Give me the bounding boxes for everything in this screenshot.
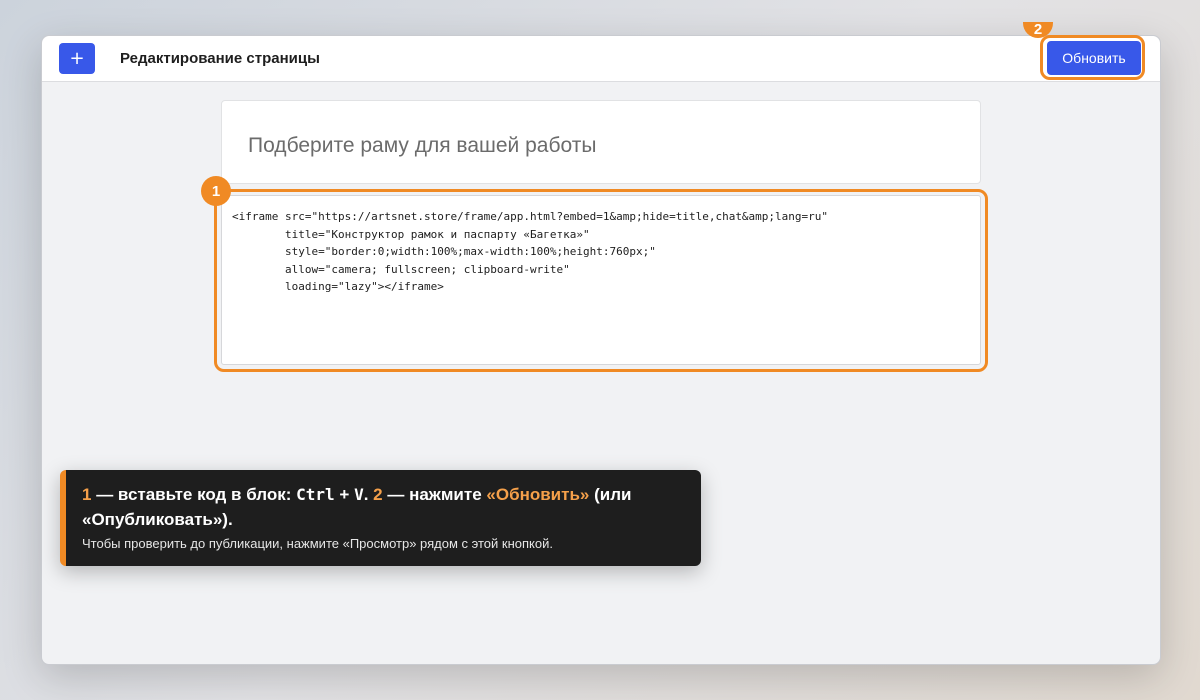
tooltip-main-text: 1 — вставьте код в блок: Ctrl + V. 2 — н…	[82, 482, 685, 532]
editor-window: + Редактирование страницы Обновить 2 Под…	[41, 22, 1161, 665]
page-title: Редактирование страницы	[120, 50, 320, 67]
tooltip-step2-text: — нажмите	[382, 485, 487, 504]
shortcut-plus: +	[334, 485, 355, 504]
tooltip-update-accent: «Обновить»	[486, 485, 590, 504]
html-code-block[interactable]: <iframe src="https://artsnet.store/frame…	[221, 195, 981, 365]
tooltip-step2-num: 2	[373, 485, 383, 504]
update-button[interactable]: Обновить	[1047, 41, 1141, 75]
add-block-button[interactable]: +	[59, 43, 95, 74]
heading-text[interactable]: Подберите раму для вашей работы	[248, 134, 596, 158]
tooltip-step1-text: — вставьте код в блок:	[91, 485, 297, 504]
heading-block[interactable]: Подберите раму для вашей работы	[221, 100, 981, 184]
tooltip-hint: Чтобы проверить до публикации, нажмите «…	[82, 536, 553, 551]
shortcut-ctrl: Ctrl	[296, 485, 335, 504]
shortcut-v: V	[354, 485, 364, 504]
tooltip-sep: .	[363, 485, 374, 504]
editor-toolbar: + Редактирование страницы	[42, 36, 1160, 82]
step-badge-1: 1	[201, 176, 231, 206]
instruction-tooltip: 1 — вставьте код в блок: Ctrl + V. 2 — н…	[60, 470, 701, 566]
